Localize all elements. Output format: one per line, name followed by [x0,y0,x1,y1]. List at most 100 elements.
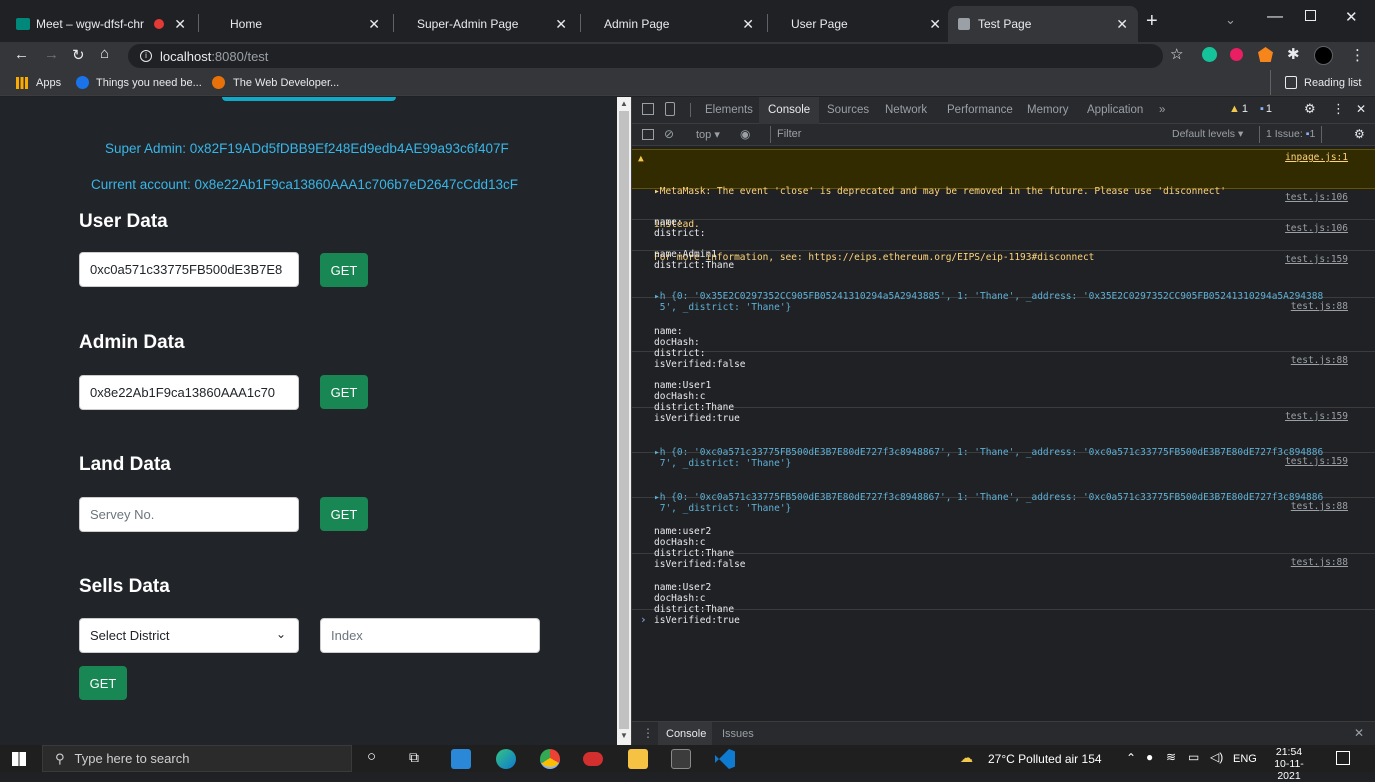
reading-list-button[interactable]: Reading list [1304,77,1361,89]
close-icon[interactable]: ✕ [742,16,754,33]
taskbar-search-box[interactable]: ⚲ Type here to search [42,745,352,772]
source-link[interactable]: test.js:159 [1285,456,1348,467]
devtools-menu-icon[interactable]: ⋮ [1332,101,1345,117]
close-icon[interactable]: ✕ [929,16,941,33]
bookmark-star-icon[interactable]: ☆ [1170,45,1183,63]
bookmark-apps[interactable]: Apps [36,77,61,89]
index-input[interactable]: Index [320,618,540,653]
volume-icon[interactable]: ◁) [1210,750,1223,764]
store-icon[interactable] [451,749,471,769]
console-object-message[interactable]: ▸h {0: '0xc0a571c33775FB500dE3B7E80dE727… [632,454,1375,514]
cortana-icon[interactable]: ○ [367,748,376,765]
metamask-icon[interactable] [1258,47,1273,62]
menu-icon[interactable]: ⋮ [1350,46,1365,64]
survey-number-input[interactable]: Servey No. [79,497,299,532]
tab-super-admin[interactable]: Super-Admin Page ✕ [407,6,577,42]
extensions-puzzle-icon[interactable]: ✱ [1287,45,1300,63]
get-user-button[interactable]: GET [320,253,368,287]
extension-icon[interactable] [1230,48,1243,61]
source-link[interactable]: test.js:88 [1291,501,1348,512]
maximize-button[interactable] [1305,10,1316,21]
console-object-message[interactable]: ▸h {0: '0x35E2C0297352CC905FB05241310294… [632,252,1375,313]
page-scrollbar[interactable]: ▲ ▼ [617,97,631,745]
language-indicator[interactable]: ENG [1233,753,1257,765]
district-select[interactable]: Select District ⌄ [79,618,299,653]
microphone-icon[interactable]: ● [1146,750,1153,764]
close-drawer-icon[interactable]: ✕ [1354,726,1364,740]
get-land-button[interactable]: GET [320,497,368,531]
more-tabs-button[interactable]: » [1159,104,1165,116]
edge-icon[interactable] [496,749,516,769]
chrome-icon[interactable] [540,749,560,769]
settings-gear-icon[interactable]: ⚙ [1304,101,1316,117]
console-settings-icon[interactable]: ⚙ [1354,127,1365,141]
tab-meet[interactable]: Meet – wgw-dfsf-chr ✕ [6,6,196,42]
scroll-up-icon[interactable]: ▲ [620,99,628,108]
tab-memory[interactable]: Memory [1027,104,1069,116]
home-icon[interactable]: ⌂ [100,45,109,62]
source-link[interactable]: test.js:106 [1285,223,1348,234]
address-bar[interactable]: i localhost:8080/test [128,44,1163,68]
clear-console-icon[interactable]: ⊘ [664,127,674,141]
file-explorer-icon[interactable] [628,749,648,769]
terminal-icon[interactable] [671,749,691,769]
minimize-button[interactable]: — [1267,8,1283,26]
admin-address-input[interactable]: 0x8e22Ab1F9ca13860AAA1c70 [79,375,299,410]
tab-admin[interactable]: Admin Page ✕ [594,6,764,42]
bookmark-things-you-need[interactable]: Things you need be... [96,77,202,89]
warning-count-badge[interactable]: ▲ 1 [1229,103,1248,115]
battery-icon[interactable]: ▭ [1188,750,1199,764]
source-link[interactable]: inpage.js:1 [1285,152,1348,163]
reload-icon[interactable]: ↻ [72,46,85,64]
close-window-button[interactable]: ✕ [1345,8,1358,26]
inspect-element-icon[interactable] [642,103,654,115]
grammarly-extension-icon[interactable] [1202,47,1217,62]
tab-console[interactable]: Console [768,104,810,116]
tab-application[interactable]: Application [1087,104,1143,116]
source-link[interactable]: test.js:159 [1285,411,1348,422]
new-tab-button[interactable]: + [1146,10,1158,33]
tab-performance[interactable]: Performance [947,104,1013,116]
source-link[interactable]: test.js:88 [1291,557,1348,568]
tab-test-page[interactable]: Test Page ✕ [948,6,1138,42]
user-address-input[interactable]: 0xc0a571c33775FB500dE3B7E8 [79,252,299,287]
tab-user[interactable]: User Page ✕ [781,6,951,42]
eye-icon[interactable]: ◉ [740,127,750,141]
get-admin-button[interactable]: GET [320,375,368,409]
task-view-icon[interactable]: ⧉ [409,749,419,766]
source-link[interactable]: test.js:88 [1291,355,1348,366]
profile-avatar[interactable] [1314,46,1333,65]
top-button-edge[interactable] [222,97,396,101]
log-levels-dropdown[interactable]: Default levels ▾ [1172,128,1243,140]
app-icon[interactable] [583,752,603,766]
bookmark-web-developer[interactable]: The Web Developer... [233,77,339,89]
issues-button[interactable]: 1 Issue: ▪1 [1259,126,1323,143]
windows-start-icon[interactable] [12,752,26,766]
source-link[interactable]: test.js:159 [1285,254,1348,265]
back-icon[interactable]: ← [14,46,29,63]
get-sells-button[interactable]: GET [79,666,127,700]
tab-elements[interactable]: Elements [705,104,753,116]
close-devtools-icon[interactable]: ✕ [1356,102,1366,116]
close-icon[interactable]: ✕ [174,16,186,33]
tab-home[interactable]: Home ✕ [220,6,390,42]
close-icon[interactable]: ✕ [555,16,567,33]
drawer-tab-console[interactable]: Console [666,728,706,740]
vscode-icon[interactable] [715,749,735,769]
forward-icon[interactable]: → [44,46,59,63]
close-icon[interactable]: ✕ [1116,16,1128,33]
device-toolbar-icon[interactable] [665,102,675,116]
message-count-badge[interactable]: ▪ 1 [1260,103,1272,115]
source-link[interactable]: test.js:106 [1285,192,1348,203]
tab-sources[interactable]: Sources [827,104,869,116]
drawer-tab-issues[interactable]: Issues [722,728,754,740]
wifi-icon[interactable]: ≋ [1166,750,1176,764]
tab-network[interactable]: Network [885,104,927,116]
sidebar-toggle-icon[interactable] [642,129,654,140]
console-object-message[interactable]: ▸h {0: '0xc0a571c33775FB500dE3B7E80dE727… [632,409,1375,469]
source-link[interactable]: test.js:88 [1291,301,1348,312]
tab-search-icon[interactable]: ⌄ [1225,12,1236,28]
context-selector[interactable]: top ▾ [696,128,720,141]
close-icon[interactable]: ✕ [368,16,380,33]
drawer-menu-icon[interactable]: ⋮ [642,726,654,740]
